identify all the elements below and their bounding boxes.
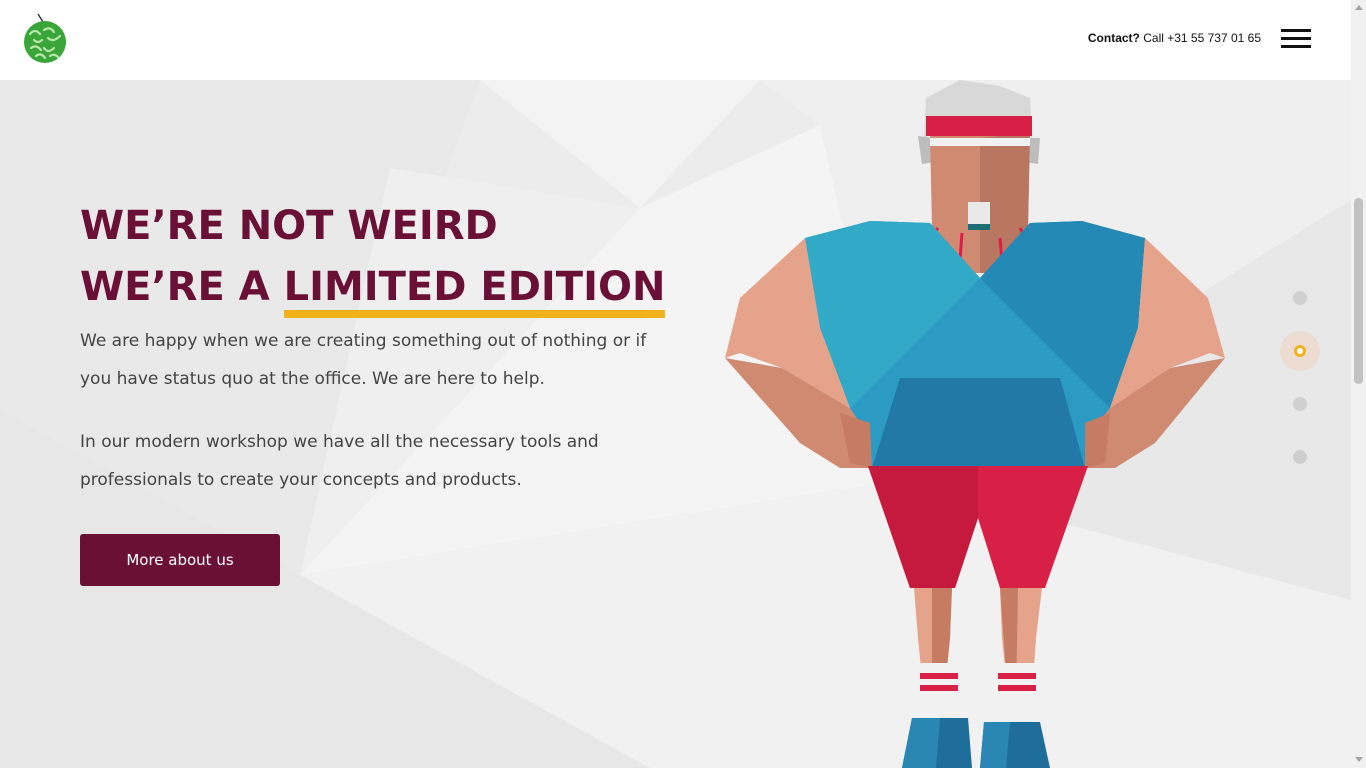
headline-line-1: WE’RE NOT WEIRD [80, 203, 498, 249]
headline-highlight: LIMITED EDITION [283, 257, 665, 318]
contact-info[interactable]: Contact? Call +31 55 737 01 65 [1088, 31, 1261, 45]
slide-dot-1[interactable] [1293, 291, 1307, 305]
hero-headline: WE’RE NOT WEIRD WE’RE A LIMITED EDITION [80, 196, 665, 318]
headline-line-2-prefix: WE’RE A [80, 264, 284, 310]
page-scrollbar[interactable] [1351, 0, 1366, 768]
scroll-down-icon[interactable] [1355, 757, 1363, 762]
intro-paragraph: We are happy when we are creating someth… [80, 331, 647, 389]
more-about-us-button[interactable]: More about us [80, 534, 280, 586]
scroll-thumb[interactable] [1354, 198, 1363, 384]
coach-illustration [725, 80, 1225, 768]
slide-dot-3[interactable] [1293, 397, 1307, 411]
slide-dot-2-active[interactable] [1280, 331, 1320, 371]
slide-navigation [1280, 278, 1320, 478]
contact-phone[interactable]: Call +31 55 737 01 65 [1143, 31, 1261, 45]
workshop-paragraph: In our modern workshop we have all the n… [80, 432, 599, 490]
scroll-up-icon[interactable] [1355, 5, 1363, 10]
slide-dot-4[interactable] [1293, 450, 1307, 464]
menu-icon[interactable] [1281, 29, 1311, 49]
site-header: Contact? Call +31 55 737 01 65 [0, 0, 1351, 80]
logo-icon[interactable] [22, 12, 68, 64]
contact-label: Contact? [1087, 31, 1140, 45]
